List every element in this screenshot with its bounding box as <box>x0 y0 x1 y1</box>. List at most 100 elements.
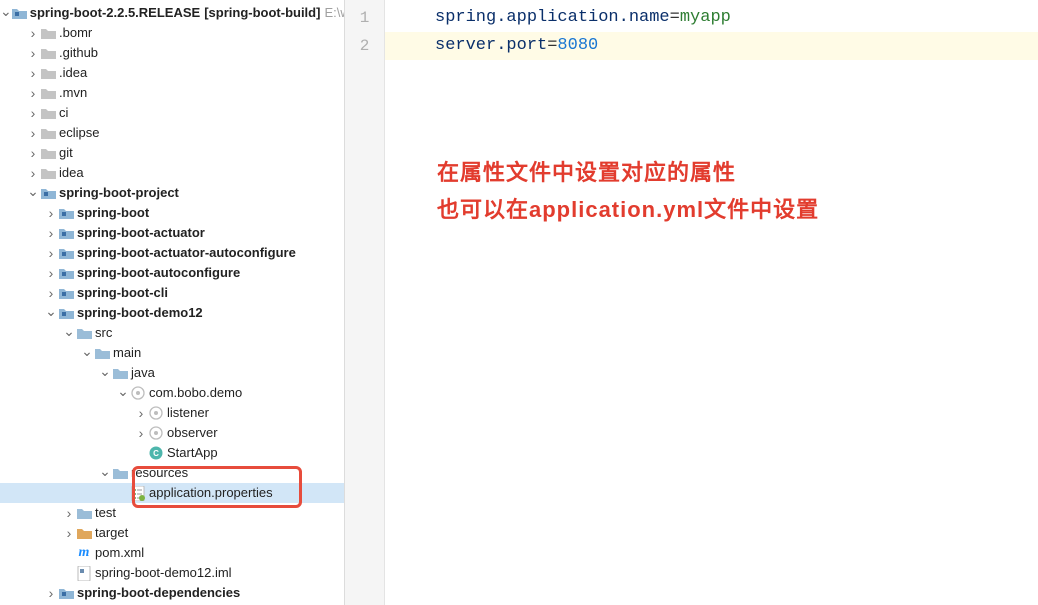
tree-row[interactable]: mpom.xml <box>0 543 344 563</box>
chevron-down-icon[interactable]: ⌄ <box>98 361 112 381</box>
tree-row[interactable]: ⌄com.bobo.demo <box>0 383 344 403</box>
tree-item-label: eclipse <box>59 123 99 143</box>
annotation-text: 也可以在application.yml文件中设置 <box>437 192 819 224</box>
chevron-down-icon[interactable]: ⌄ <box>44 301 58 321</box>
chevron-down-icon[interactable]: ⌄ <box>98 461 112 481</box>
chevron-down-icon[interactable]: ⌄ <box>116 381 130 401</box>
tree-row[interactable]: › spring-boot-actuator-autoconfigure <box>0 243 344 263</box>
chevron-right-icon[interactable]: › <box>44 243 58 263</box>
tree-row[interactable]: ›ci <box>0 103 344 123</box>
property-value: myapp <box>680 8 731 27</box>
tree-row[interactable]: ⌄ spring-boot-project <box>0 183 344 203</box>
line-number: 2 <box>345 32 384 60</box>
target-icon <box>76 525 92 541</box>
src-icon <box>76 505 92 521</box>
chevron-right-icon[interactable]: › <box>26 143 40 163</box>
chevron-down-icon[interactable]: ⌄ <box>0 1 12 21</box>
chevron-down-icon[interactable]: ⌄ <box>26 181 40 201</box>
module-icon <box>58 265 74 281</box>
tree-row[interactable]: ›listener <box>0 403 344 423</box>
tree-row[interactable]: ›spring-boot <box>0 203 344 223</box>
property-key: server.port <box>435 36 547 55</box>
code-line[interactable]: spring.application.name=myapp <box>385 4 1038 32</box>
tree-row[interactable]: ›.github <box>0 43 344 63</box>
tree-row[interactable]: › target <box>0 523 344 543</box>
src-icon <box>112 365 128 381</box>
tree-row[interactable]: ›spring-boot-autoconfigure <box>0 263 344 283</box>
code-line[interactable]: server.port=8080 <box>385 32 1038 60</box>
chevron-down-icon[interactable]: ⌄ <box>62 321 76 341</box>
tree-row[interactable]: spring-boot-demo12.iml <box>0 563 344 583</box>
tree-row[interactable]: ›idea <box>0 163 344 183</box>
module-icon <box>58 305 74 321</box>
tree-item-label: test <box>95 503 116 523</box>
chevron-right-icon[interactable]: › <box>26 163 40 183</box>
chevron-right-icon[interactable]: › <box>44 583 58 603</box>
src-icon <box>94 345 110 361</box>
folder-icon <box>40 105 56 121</box>
chevron-right-icon[interactable]: › <box>134 403 148 423</box>
tree-row[interactable]: › eclipse <box>0 123 344 143</box>
tree-item-label: src <box>95 323 112 343</box>
chevron-right-icon[interactable]: › <box>26 103 40 123</box>
chevron-right-icon[interactable]: › <box>44 263 58 283</box>
tree-item-label: .bomr <box>59 23 92 43</box>
tree-item-label: spring-boot-demo12.iml <box>95 563 232 583</box>
chevron-right-icon[interactable]: › <box>26 23 40 43</box>
chevron-right-icon[interactable]: › <box>26 83 40 103</box>
tree-row[interactable]: ›spring-boot-dependencies <box>0 583 344 603</box>
tree-row[interactable]: ⌄ main <box>0 343 344 363</box>
tree-item-label: main <box>113 343 141 363</box>
tree-row[interactable]: › test <box>0 503 344 523</box>
tree-row[interactable]: ›spring-boot-cli <box>0 283 344 303</box>
folder-icon <box>40 25 56 41</box>
tree-row[interactable]: ⌄ spring-boot-demo12 <box>0 303 344 323</box>
editor-gutter: 12 <box>345 0 385 605</box>
chevron-down-icon[interactable]: ⌄ <box>80 341 94 361</box>
tree-row[interactable]: ›.mvn <box>0 83 344 103</box>
tree-row[interactable]: ›.idea <box>0 63 344 83</box>
pkg-icon <box>148 425 164 441</box>
tree-row[interactable]: ⌄spring-boot-2.2.5.RELEASE[spring-boot-b… <box>0 3 344 23</box>
chevron-right-icon[interactable]: › <box>44 283 58 303</box>
tree-item-label: java <box>131 363 155 383</box>
tree-item-label: spring-boot-project <box>59 183 179 203</box>
tree-row[interactable]: application.properties <box>0 483 344 503</box>
folder-icon <box>40 165 56 181</box>
tree-row[interactable]: ›git <box>0 143 344 163</box>
chevron-right-icon[interactable]: › <box>62 503 76 523</box>
tree-item-label: spring-boot-demo12 <box>77 303 203 323</box>
chevron-right-icon[interactable]: › <box>26 63 40 83</box>
code-editor[interactable]: spring.application.name=myappserver.port… <box>385 0 1038 605</box>
folder-icon <box>40 125 56 141</box>
chevron-right-icon[interactable]: › <box>44 203 58 223</box>
chevron-right-icon[interactable]: › <box>26 43 40 63</box>
tree-item-label: target <box>95 523 128 543</box>
module-icon <box>40 185 56 201</box>
chevron-right-icon[interactable]: › <box>44 223 58 243</box>
src-icon <box>76 325 92 341</box>
svg-text:C: C <box>153 449 159 458</box>
equals-sign: = <box>547 36 557 55</box>
project-tree[interactable]: ⌄spring-boot-2.2.5.RELEASE[spring-boot-b… <box>0 0 345 605</box>
java-icon: C <box>148 445 164 461</box>
tree-row[interactable]: ⌄ java <box>0 363 344 383</box>
tree-item-hint: E:\w <box>324 3 345 23</box>
pom-icon: m <box>76 545 92 561</box>
tree-row[interactable]: › .bomr <box>0 23 344 43</box>
chevron-right-icon[interactable]: › <box>62 523 76 543</box>
tree-item-label: spring-boot-actuator-autoconfigure <box>77 243 296 263</box>
tree-item-label: pom.xml <box>95 543 144 563</box>
chevron-right-icon[interactable]: › <box>134 423 148 443</box>
tree-row[interactable]: ⌄resources <box>0 463 344 483</box>
tree-row[interactable]: ›spring-boot-actuator <box>0 223 344 243</box>
line-number: 1 <box>345 4 384 32</box>
tree-row[interactable]: ⌄ src <box>0 323 344 343</box>
module-icon <box>58 205 74 221</box>
tree-row[interactable]: › observer <box>0 423 344 443</box>
tree-item-label: observer <box>167 423 218 443</box>
module-icon <box>58 585 74 601</box>
tree-item-suffix: [spring-boot-build] <box>204 3 320 23</box>
chevron-right-icon[interactable]: › <box>26 123 40 143</box>
tree-row[interactable]: CStartApp <box>0 443 344 463</box>
